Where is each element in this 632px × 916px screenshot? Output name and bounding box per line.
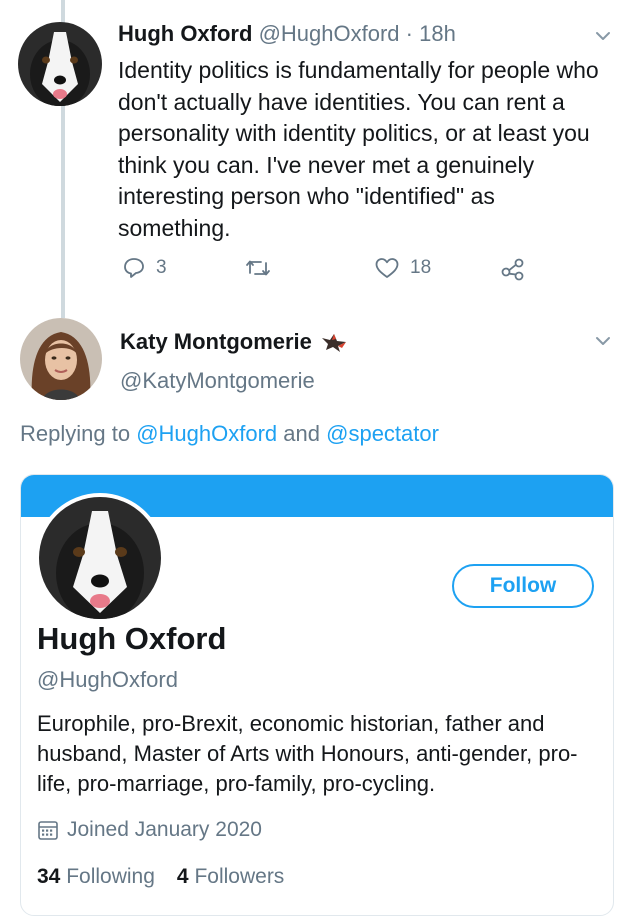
replying-and-word: and <box>283 421 320 446</box>
profile-handle[interactable]: @HughOxford <box>37 667 178 693</box>
chevron-down-icon[interactable] <box>594 27 612 45</box>
bird-emoji-icon <box>321 334 346 352</box>
mention-link-hughoxford[interactable]: @HughOxford <box>136 421 277 446</box>
followers-count: 4 <box>176 865 189 888</box>
replying-to-line: Replying to @HughOxford and @spectator <box>20 421 439 447</box>
profile-joined-text: Joined January 2020 <box>67 818 262 841</box>
like-icon <box>375 258 399 278</box>
profile-joined: Joined January 2020 <box>37 818 262 842</box>
reply-author-name[interactable]: Katy Montgomerie <box>120 329 312 355</box>
tweet-separator: · <box>405 21 413 46</box>
reply-count: 3 <box>156 257 167 278</box>
followers-stat[interactable]: 4 Followers <box>177 865 284 889</box>
tweet-author-avatar[interactable] <box>18 22 102 106</box>
calendar-icon <box>38 821 58 840</box>
reply-action[interactable]: 3 <box>122 256 167 280</box>
tweet-text: Identity politics is fundamentally for p… <box>118 57 599 241</box>
following-label: Following <box>66 865 155 888</box>
reply-icon <box>124 258 144 278</box>
profile-name[interactable]: Hugh Oxford <box>37 621 226 657</box>
reply-author-handle[interactable]: @KatyMontgomerie <box>120 368 315 394</box>
profile-card[interactable]: Follow Hugh Oxford @HughOxford Europhile… <box>20 474 614 916</box>
following-count: 34 <box>37 865 61 888</box>
profile-avatar[interactable] <box>35 493 165 623</box>
tweet-header: Hugh Oxford @HughOxford · 18h <box>118 21 456 47</box>
retweet-icon <box>246 260 270 276</box>
replying-to-prefix: Replying to <box>20 421 131 446</box>
following-stat[interactable]: 34 Following <box>37 865 155 889</box>
like-action[interactable]: 18 <box>374 256 431 280</box>
chevron-down-icon[interactable] <box>594 332 612 350</box>
dog-avatar-image <box>39 497 161 619</box>
share-icon <box>501 258 524 281</box>
dog-avatar-image <box>18 22 102 106</box>
reply-author-avatar[interactable] <box>20 318 102 400</box>
tweet-time[interactable]: 18h <box>419 21 456 46</box>
profile-bio: Europhile, pro-Brexit, economic historia… <box>37 711 578 796</box>
tweet-author-name[interactable]: Hugh Oxford <box>118 21 252 46</box>
like-count: 18 <box>410 257 432 278</box>
follow-button[interactable]: Follow <box>452 564 594 608</box>
profile-stats: 34 Following 4 Followers <box>37 865 284 889</box>
share-action[interactable] <box>500 256 526 282</box>
reply-header: Katy Montgomerie <box>120 329 348 355</box>
followers-label: Followers <box>194 865 285 888</box>
mention-link-spectator[interactable]: @spectator <box>326 421 439 446</box>
person-avatar-image <box>20 318 102 400</box>
retweet-action[interactable] <box>245 256 281 280</box>
tweet-author-handle[interactable]: @HughOxford <box>259 21 400 46</box>
